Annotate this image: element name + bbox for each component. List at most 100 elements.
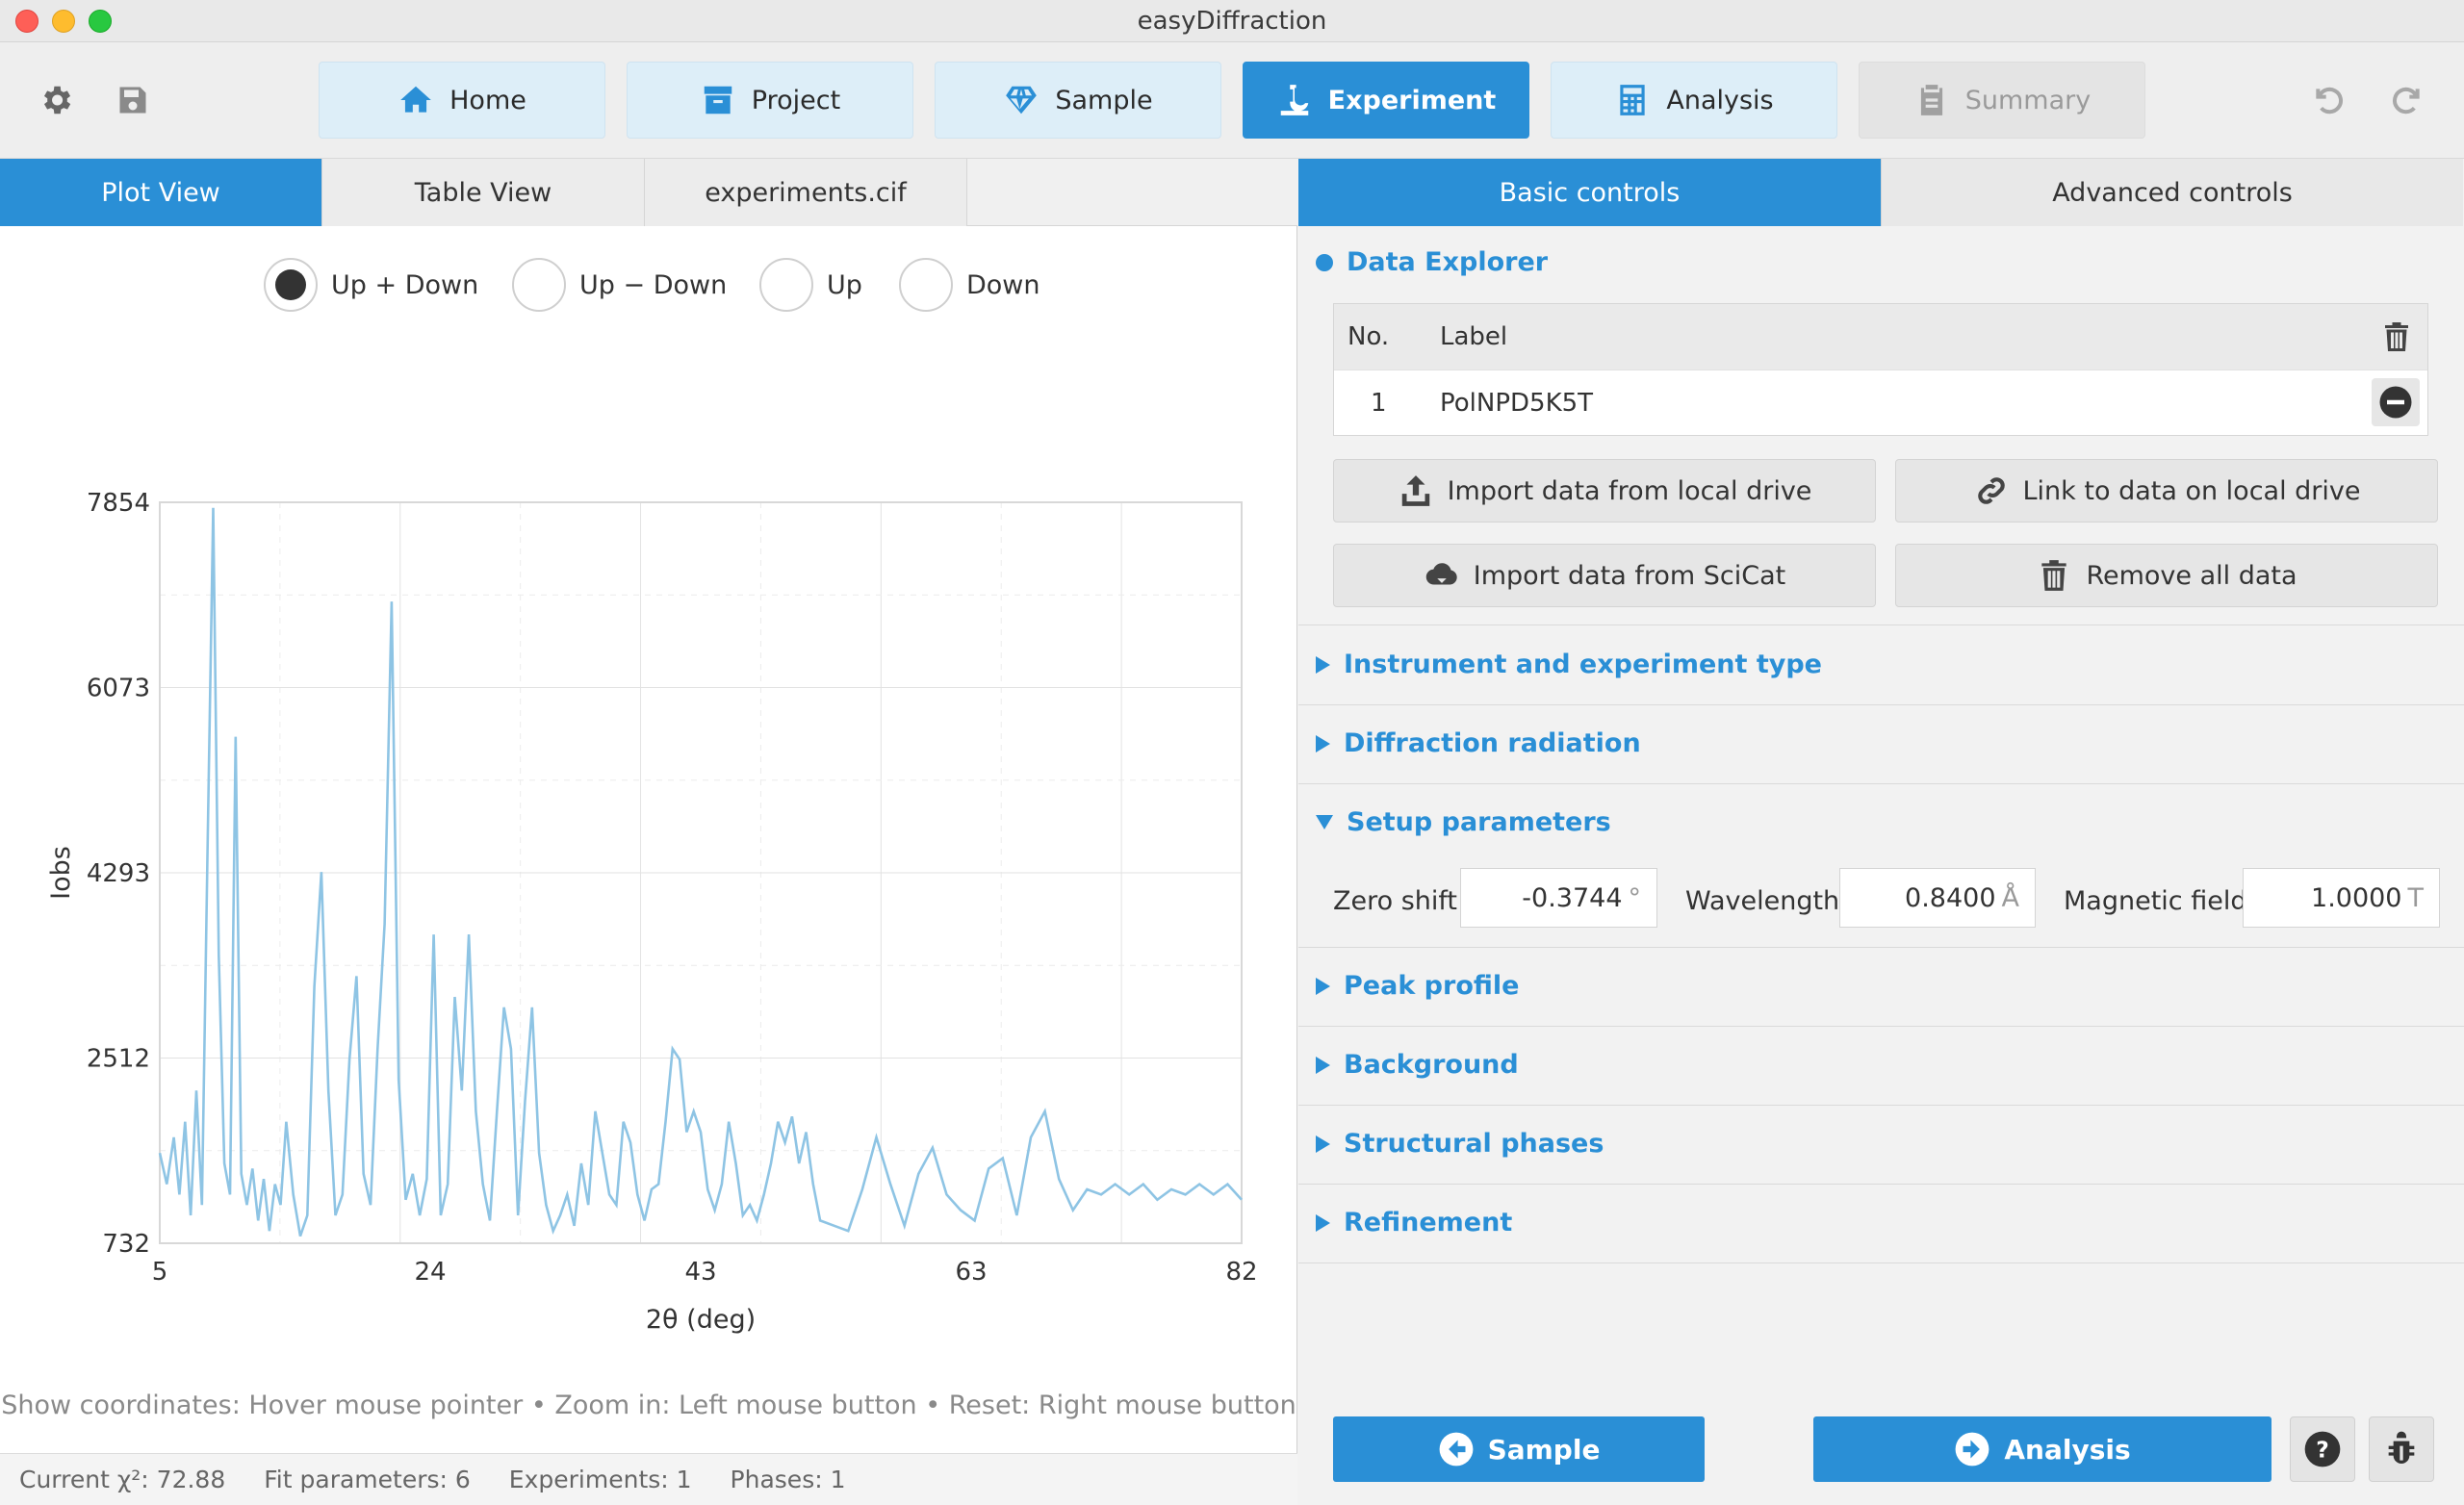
section-peak-profile: Peak profile <box>1298 948 2464 1027</box>
section-setup: Setup parameters Zero shift: -0.3744 ° W… <box>1298 784 2464 948</box>
settings-gear-icon[interactable] <box>35 79 77 121</box>
status-phases: Phases: 1 <box>730 1466 846 1493</box>
tab-project[interactable]: Project <box>627 62 913 139</box>
save-icon[interactable] <box>112 79 154 121</box>
radio-up[interactable]: Up <box>759 258 862 312</box>
upload-icon <box>1401 475 1429 506</box>
tab-sample[interactable]: Sample <box>935 62 1221 139</box>
title-bar: easyDiffraction <box>0 0 2464 42</box>
zero-shift-field[interactable]: -0.3744 ° <box>1460 868 1657 928</box>
plot-mode-radios: Up + Down Up − Down Up Down <box>0 258 1297 316</box>
gem-icon <box>1006 86 1038 115</box>
magnetic-field-field[interactable]: 1.0000 T <box>2243 868 2440 928</box>
tab-basic-controls[interactable]: Basic controls <box>1298 159 1881 226</box>
tab-experiments-cif[interactable]: experiments.cif <box>645 159 967 226</box>
section-title: Refinement <box>1344 1208 1513 1237</box>
section-background: Background <box>1298 1027 2464 1106</box>
remove-all-button[interactable]: Remove all data <box>1895 544 2438 607</box>
data-series-line <box>158 507 1243 1237</box>
row-no: 1 <box>1371 388 1387 418</box>
column-label: Label <box>1440 322 1508 351</box>
radio-label: Up + Down <box>331 269 479 300</box>
archive-icon <box>704 86 732 115</box>
wavelength-field[interactable]: 0.8400 Å <box>1839 868 2036 928</box>
radio-up-plus-down[interactable]: Up + Down <box>264 258 478 312</box>
y-tick-label: 732 <box>102 1230 150 1259</box>
plot-hint: Show coordinates: Hover mouse pointer • … <box>1 1390 1296 1420</box>
window-title: easyDiffraction <box>1137 6 1327 36</box>
expand-arrow-icon <box>1316 655 1330 674</box>
tab-analysis[interactable]: Analysis <box>1551 62 1837 139</box>
peak-profile-header[interactable]: Peak profile <box>1316 971 1519 1001</box>
zero-shift-value: -0.3744 <box>1522 882 1623 913</box>
structural-phases-header[interactable]: Structural phases <box>1316 1129 1604 1159</box>
magnetic-field-value: 1.0000 <box>2311 882 2402 913</box>
radio-down[interactable]: Down <box>899 258 1040 312</box>
trash-icon <box>2041 560 2067 591</box>
status-experiments: Experiments: 1 <box>508 1466 692 1493</box>
radio-indicator <box>512 258 566 312</box>
radiation-header[interactable]: Diffraction radiation <box>1316 728 1641 758</box>
x-tick-label: 5 <box>152 1258 168 1287</box>
tab-home[interactable]: Home <box>319 62 605 139</box>
go-to-analysis-button[interactable]: Analysis <box>1813 1416 2272 1482</box>
tab-experiment[interactable]: Experiment <box>1243 62 1529 139</box>
zero-shift-unit: ° <box>1628 882 1642 913</box>
table-row[interactable]: 1 PolNPD5K5T <box>1334 370 2427 435</box>
tab-summary[interactable]: Summary <box>1859 62 2145 139</box>
remove-row-icon[interactable] <box>2372 378 2420 426</box>
left-panel: Plot View Table View experiments.cif Up … <box>0 159 1297 1505</box>
collapse-arrow-icon <box>1316 815 1333 829</box>
background-header[interactable]: Background <box>1316 1050 1519 1080</box>
button-label: Link to data on local drive <box>2022 475 2361 506</box>
x-axis-label: 2θ (deg) <box>646 1305 756 1335</box>
import-scicat-button[interactable]: Import data from SciCat <box>1333 544 1876 607</box>
section-structural-phases: Structural phases <box>1298 1106 2464 1185</box>
undo-icon[interactable] <box>2308 79 2350 121</box>
close-window-button[interactable] <box>15 10 38 33</box>
redo-icon[interactable] <box>2385 79 2427 121</box>
back-to-sample-button[interactable]: Sample <box>1333 1416 1705 1482</box>
main-toolbar: Home Project Sample Experiment Analysis … <box>0 42 2464 159</box>
import-local-button[interactable]: Import data from local drive <box>1333 459 1876 523</box>
x-tick-label: 24 <box>414 1258 446 1287</box>
refinement-header[interactable]: Refinement <box>1316 1208 1512 1237</box>
radio-indicator <box>759 258 813 312</box>
status-chi-squared: Current χ²: 72.88 <box>19 1466 226 1493</box>
section-title: Peak profile <box>1344 971 1520 1001</box>
minimize-window-button[interactable] <box>52 10 75 33</box>
tab-plot-view[interactable]: Plot View <box>0 159 322 226</box>
link-icon <box>1977 477 2005 504</box>
microscope-icon <box>1280 85 1308 115</box>
bug-report-icon[interactable] <box>2369 1416 2434 1482</box>
wavelength-unit: Å <box>2001 882 2019 913</box>
zero-shift-label: Zero shift: <box>1333 886 1467 916</box>
setup-header[interactable]: Setup parameters <box>1316 807 1611 837</box>
radio-label: Down <box>966 269 1040 300</box>
data-explorer-header[interactable]: Data Explorer <box>1316 247 1548 277</box>
help-icon[interactable]: ? <box>2290 1416 2355 1482</box>
link-local-button[interactable]: Link to data on local drive <box>1895 459 2438 523</box>
x-tick-labels: 5 24 43 63 82 <box>152 1258 1258 1287</box>
tab-advanced-controls[interactable]: Advanced controls <box>1881 159 2463 226</box>
tab-summary-label: Summary <box>1964 85 2092 115</box>
calculator-icon <box>1620 85 1646 115</box>
expand-arrow-icon <box>1316 1213 1330 1232</box>
bullet-icon <box>1316 253 1333 271</box>
radio-label: Up − Down <box>579 269 728 300</box>
controls-tabs: Basic controls Advanced controls <box>1298 159 2464 226</box>
y-tick-label: 2512 <box>87 1045 150 1074</box>
x-tick-label: 63 <box>955 1258 987 1287</box>
trash-icon[interactable] <box>2379 318 2414 363</box>
radio-up-minus-down[interactable]: Up − Down <box>512 258 727 312</box>
diffraction-chart[interactable]: 7854 6073 4293 2512 732 5 24 43 63 82 2θ (deg) I… <box>0 318 1297 1395</box>
button-label: Remove all data <box>2086 560 2297 591</box>
status-fit-parameters: Fit parameters: 6 <box>264 1466 471 1493</box>
tab-table-view[interactable]: Table View <box>322 159 645 226</box>
instrument-header[interactable]: Instrument and experiment type <box>1316 650 1822 679</box>
arrow-left-circle-icon <box>1439 1432 1473 1467</box>
zoom-window-button[interactable] <box>89 10 112 33</box>
button-label: Import data from SciCat <box>1473 560 1786 591</box>
section-title: Setup parameters <box>1347 807 1611 837</box>
svg-text:?: ? <box>2316 1436 2329 1463</box>
